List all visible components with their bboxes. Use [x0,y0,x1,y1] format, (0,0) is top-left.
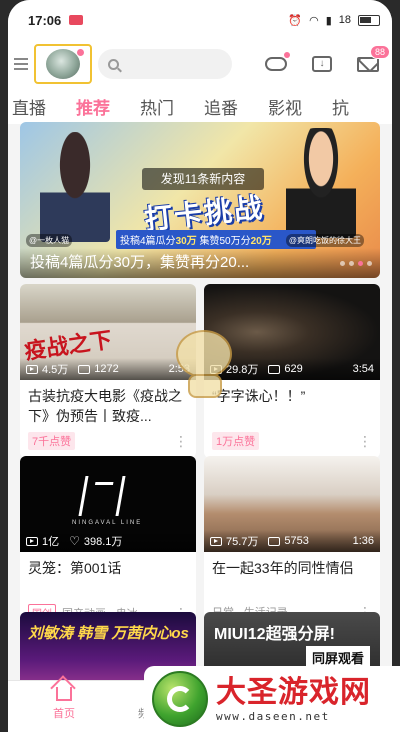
pagination-dot [349,261,354,266]
status-icons: ⏰ ◠ ▮ 18 [288,14,380,27]
watermark-texts: 大圣游戏网 www.daseen.net [216,676,371,723]
messages-button[interactable]: 88 [356,45,390,74]
like-count: 398.1万 [83,536,123,548]
alarm-icon: ⏰ [288,14,303,27]
watermark-url: www.daseen.net [216,709,330,723]
video-thumbnail: 疫战之下 4.5万 1272 2:53 [20,284,196,380]
banner-caption: 投稿4篇瓜分30万，集赞再分20... [20,248,380,278]
signal-icon: ▮ [325,14,332,27]
banner-person-right [286,128,356,238]
user-avatar[interactable] [34,44,92,84]
play-count-icon [26,364,38,374]
mascot-body [188,374,222,398]
thumbnail-title-art: 刘敏涛 韩雪 万茜内心os [28,625,189,642]
more-options-icon[interactable]: ⋮ [174,434,188,448]
video-thumbnail: 75.7万 5753 1:36 [204,456,380,552]
download-button[interactable]: ↓ [310,54,334,74]
game-center-button[interactable] [264,52,290,74]
video-card[interactable]: 疫战之下 4.5万 1272 2:53 古装抗疫大电影《疫战之下》伪预告丨致疫.… [20,284,196,458]
top-header: ↓ 88 [8,40,392,88]
danmaku-icon [268,364,281,374]
banner-person-left [40,132,110,242]
status-time: 17:06 [28,12,62,28]
video-card[interactable]: NINGAVAL LINE 1亿 ♡ 398.1万 灵笼：第001话 国创 国产… [20,456,196,629]
watermark-name: 大圣游戏网 [216,675,371,709]
banner-tag-right: @爽朗吃饭的徐大王 [285,234,364,247]
banner-tag-left: @一枚人猫 [26,234,73,247]
like-badge: 1万点赞 [212,432,260,450]
play-count-icon [210,536,222,546]
video-stats: 75.7万 5753 1:36 [204,530,380,552]
pagination-dot-active [358,261,363,266]
search-input[interactable] [98,49,232,79]
avatar-image [46,49,80,79]
pagination-dot [340,261,345,266]
heart-icon: ♡ [69,534,80,548]
search-icon [108,58,119,70]
header-actions: ↓ 88 [264,45,390,74]
status-bar: 17:06 ⏰ ◠ ▮ 18 [8,0,392,40]
thumbnail-title-art: MIUI12超强分屏! [214,626,335,643]
tab-movies[interactable]: 影视 [268,94,302,119]
screen-record-icon [69,15,84,25]
menu-icon[interactable] [14,58,28,70]
tab-anime[interactable]: 追番 [204,94,238,119]
tab-live[interactable]: 直播 [12,94,46,119]
watermark-logo-icon [152,671,208,727]
battery-level: 18 [338,14,351,26]
promo-banner[interactable]: 发现11条新内容 打卡挑战 投稿4篇瓜分30万 集赞50万分20万 @一枚人猫 … [20,122,380,278]
danmaku-icon [268,536,281,546]
danmaku-count: 1272 [94,363,119,375]
site-watermark: 大圣游戏网 www.daseen.net [144,666,400,732]
mascot-sticker[interactable] [176,330,234,402]
video-thumbnail: NINGAVAL LINE 1亿 ♡ 398.1万 [20,456,196,552]
play-count-icon [26,536,38,546]
game-notification-dot [284,52,290,58]
banner-pagination [340,261,372,266]
pagination-dot [367,261,372,266]
video-card[interactable]: 75.7万 5753 1:36 在一起33年的同性情侣 日常 · 生活记录 ⋮ [204,456,380,628]
video-meta: 1万点赞 ⋮ [204,428,380,458]
channel-tabs: 直播 推荐 热门 追番 影视 抗 [8,88,392,125]
danmaku-count: 5753 [284,535,309,547]
video-stats: 4.5万 1272 2:53 [20,358,196,380]
tab-anti-epidemic[interactable]: 抗 [332,94,349,119]
home-icon [56,687,72,701]
view-count: 4.5万 [42,364,69,376]
tab-hot[interactable]: 热门 [140,94,174,119]
video-duration: 1:36 [352,535,374,547]
app-screen: 17:06 ⏰ ◠ ▮ 18 ↓ 88 直播 推荐 热门 追番 影视 抗 发现1… [8,0,392,732]
view-count: 75.7万 [226,536,259,548]
battery-icon [358,14,380,26]
nav-home[interactable]: 首页 [44,687,84,721]
download-icon: ↓ [312,56,332,72]
avatar-notification-dot [77,49,84,56]
linglong-logo [78,476,126,516]
video-meta: 7千点赞 ⋮ [20,428,196,458]
wifi-icon: ◠ [309,14,319,27]
thumbnail-logo-text: NINGAVAL LINE [72,520,143,526]
nav-home-label: 首页 [53,708,75,720]
danmaku-icon [78,364,91,374]
gamepad-icon [265,57,287,71]
danmaku-count: 629 [284,363,303,375]
more-options-icon[interactable]: ⋮ [358,434,372,448]
like-badge: 7千点赞 [28,432,76,450]
video-title: 在一起33年的同性情侣 [212,560,354,576]
message-badge: 88 [369,45,390,59]
video-title: 灵笼：第001话 [28,560,122,576]
view-count: 1亿 [42,536,60,548]
tab-recommend[interactable]: 推荐 [76,94,110,125]
video-duration: 3:54 [352,363,374,375]
mascot-head [176,330,232,378]
video-stats: 1亿 ♡ 398.1万 [20,530,196,552]
video-title: 古装抗疫大电影《疫战之下》伪预告丨致疫... [28,388,182,424]
